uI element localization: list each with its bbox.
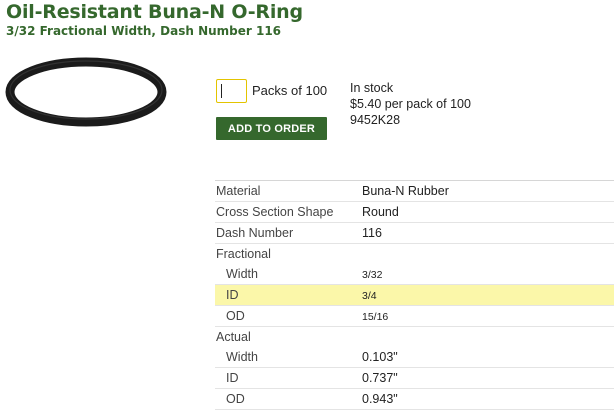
product-title: Oil-Resistant Buna-N O-Ring	[6, 1, 303, 23]
o-ring-image	[5, 57, 167, 127]
part-number: 9452K28	[350, 113, 401, 127]
stock-info: In stock $5.40 per pack of 100 9452K28	[350, 80, 471, 128]
spec-value[interactable]: 116	[362, 226, 382, 240]
spec-row-fractional-od: OD 15/16	[215, 306, 614, 327]
spec-value[interactable]: 0.103"	[362, 350, 398, 364]
spec-label: Material	[216, 184, 261, 198]
price-text: $5.40 per pack of 100	[350, 97, 471, 111]
spec-table: Material Buna-N Rubber Cross Section Sha…	[215, 180, 614, 410]
spec-label: OD	[226, 392, 245, 406]
spec-value[interactable]: 3/4	[362, 290, 377, 302]
spec-group-actual: Actual	[215, 327, 614, 347]
spec-row-cross-section: Cross Section Shape Round	[215, 202, 614, 223]
spec-group-fractional: Fractional	[215, 244, 614, 264]
text-cursor	[221, 84, 222, 98]
spec-row-fractional-width: Width 3/32	[215, 264, 614, 285]
spec-value[interactable]: 0.737"	[362, 371, 398, 385]
spec-row-actual-od: OD 0.943"	[215, 389, 614, 410]
spec-group-label: Fractional	[216, 247, 271, 261]
stock-status: In stock	[350, 81, 394, 95]
spec-label: ID	[226, 288, 239, 302]
spec-group-label: Actual	[216, 330, 251, 344]
spec-row-dash-number: Dash Number 116	[215, 223, 614, 244]
spec-row-fractional-id: ID 3/4	[215, 285, 614, 306]
spec-value[interactable]: Buna-N Rubber	[362, 184, 449, 198]
spec-row-material: Material Buna-N Rubber	[215, 181, 614, 202]
spec-value[interactable]: 3/32	[362, 269, 382, 281]
spec-label: Cross Section Shape	[216, 205, 334, 219]
spec-value[interactable]: 0.943"	[362, 392, 398, 406]
product-subtitle: 3/32 Fractional Width, Dash Number 116	[6, 24, 282, 38]
add-to-order-button[interactable]: ADD TO ORDER	[216, 117, 327, 140]
spec-label: OD	[226, 309, 245, 323]
spec-label: Width	[226, 267, 258, 281]
spec-row-actual-width: Width 0.103"	[215, 347, 614, 368]
spec-label: Width	[226, 350, 258, 364]
pack-size-label: Packs of 100	[252, 83, 328, 98]
spec-label: Dash Number	[216, 226, 294, 240]
spec-row-actual-id: ID 0.737"	[215, 368, 614, 389]
spec-value[interactable]: Round	[362, 205, 399, 219]
spec-value[interactable]: 15/16	[362, 311, 388, 323]
spec-label: ID	[226, 371, 239, 385]
